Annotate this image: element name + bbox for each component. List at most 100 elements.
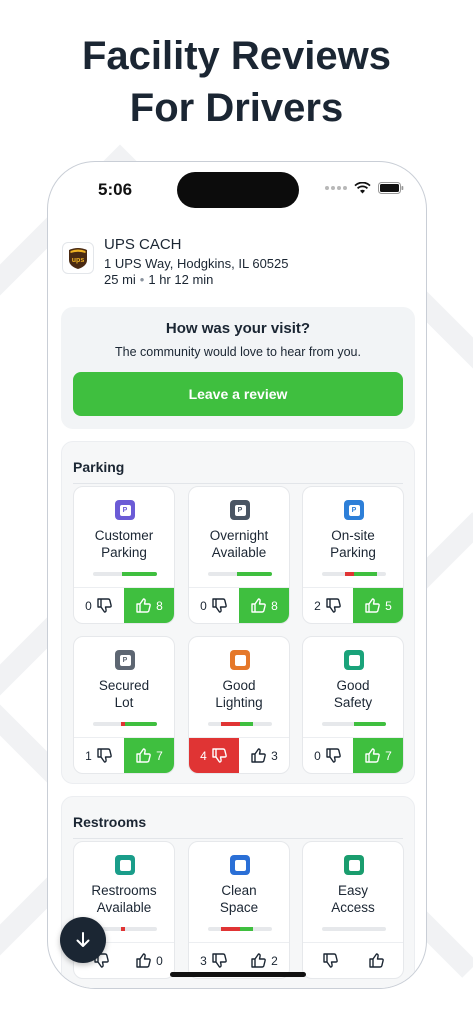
rating-meter <box>93 722 157 726</box>
thumbs-up-button[interactable]: 8 <box>124 588 174 623</box>
secured-lot-icon: P <box>115 650 135 670</box>
amenity-label-line2: Available <box>96 900 152 915</box>
thumbs-down-button[interactable]: 0 <box>189 588 239 623</box>
amenity-label-line2: Access <box>331 900 375 915</box>
thumbs-up-icon <box>136 748 151 763</box>
thumbs-up-count: 7 <box>156 748 163 763</box>
rating-meter <box>322 927 386 931</box>
amenity-label-line1: Customer <box>94 528 154 543</box>
thumbs-up-count: 7 <box>385 748 392 763</box>
amenity-label-line2: Space <box>219 900 259 915</box>
amenity-label-line1: Secured <box>98 678 150 693</box>
icon-glyph: P <box>348 504 360 516</box>
facility-distance: 25 mi <box>104 272 136 287</box>
amenity-card: P On-site Parking 2 5 <box>302 486 404 624</box>
facility-drive-time: 1 hr 12 min <box>148 272 214 287</box>
vote-row: 17 <box>74 737 174 773</box>
meter-negative <box>221 722 240 726</box>
status-bar: 5:06 <box>48 162 426 218</box>
amenity-card: P Secured Lot 1 7 <box>73 636 175 774</box>
rating-meter <box>208 572 272 576</box>
headline-line2: For Drivers <box>129 86 344 130</box>
parking-icon: P <box>115 500 135 520</box>
meter-positive <box>354 572 377 576</box>
thumbs-down-button[interactable]: 0 <box>74 588 124 623</box>
meter-negative <box>221 927 240 931</box>
meter-positive <box>122 572 157 576</box>
rating-meter <box>208 927 272 931</box>
vote-row: 08 <box>74 587 174 623</box>
facility-address: 1 UPS Way, Hodgkins, IL 60525 <box>104 256 289 271</box>
vote-row: 07 <box>303 737 403 773</box>
thumbs-down-button[interactable]: 1 <box>74 738 124 773</box>
thumbs-down-button[interactable] <box>303 943 353 978</box>
thumbs-up-button[interactable]: 3 <box>239 738 289 773</box>
thumbs-up-button[interactable]: 8 <box>239 588 289 623</box>
thumbs-down-icon <box>97 598 112 613</box>
amenity-label: Good Lighting <box>191 677 287 711</box>
thumbs-up-button[interactable]: 0 <box>124 943 174 978</box>
thumbs-down-button[interactable]: 4 <box>189 738 239 773</box>
thumbs-up-count: 5 <box>385 598 392 613</box>
amenity-label-line2: Lighting <box>215 695 263 710</box>
amenity-card: Easy Access <box>302 841 404 979</box>
meter-positive <box>125 722 157 726</box>
amenity-label: Clean Space <box>191 882 287 916</box>
amenity-label-line1: On-site <box>331 528 375 543</box>
thumbs-down-button[interactable]: 2 <box>303 588 353 623</box>
thumbs-up-count: 3 <box>271 748 278 763</box>
thumbs-up-button[interactable]: 5 <box>353 588 403 623</box>
thumbs-up-count: 8 <box>271 598 278 613</box>
vote-row: 08 <box>189 587 289 623</box>
safety-shield-icon <box>344 650 364 670</box>
vote-row: 25 <box>303 587 403 623</box>
thumbs-up-button[interactable]: 7 <box>124 738 174 773</box>
thumbs-down-count: 3 <box>200 953 207 968</box>
meter-positive <box>240 722 253 726</box>
thumbs-up-icon <box>251 598 266 613</box>
thumbs-down-icon <box>212 598 227 613</box>
amenity-label-line2: Parking <box>330 545 376 560</box>
thumbs-up-count: 0 <box>156 953 163 968</box>
amenity-label: On-site Parking <box>305 527 401 561</box>
amenity-label-line1: Good <box>336 678 370 693</box>
restroom-icon <box>115 855 135 875</box>
rating-meter <box>208 722 272 726</box>
thumbs-down-count: 0 <box>200 598 207 613</box>
thumbs-down-count: 0 <box>314 748 321 763</box>
thumbs-up-button[interactable] <box>353 943 403 978</box>
thumbs-up-icon <box>368 953 384 968</box>
vote-row: 43 <box>189 737 289 773</box>
thumbs-up-icon <box>251 748 266 763</box>
scroll-down-button[interactable] <box>60 917 106 963</box>
thumbs-down-icon <box>326 748 341 763</box>
icon-glyph: P <box>119 654 131 666</box>
thumbs-down-icon <box>326 598 341 613</box>
amenity-label-line1: Clean <box>221 883 257 898</box>
leave-review-button[interactable]: Leave a review <box>73 372 403 416</box>
signal-icon <box>325 186 347 190</box>
meter-positive <box>240 927 253 931</box>
thumbs-up-icon <box>136 598 151 613</box>
visit-prompt-subtitle: The community would love to hear from yo… <box>115 345 361 359</box>
amenity-label-line1: Easy <box>337 883 368 898</box>
arrow-down-icon <box>76 932 90 947</box>
rating-meter <box>322 722 386 726</box>
visit-prompt-title: How was your visit? <box>165 320 311 337</box>
thumbs-down-button[interactable]: 0 <box>303 738 353 773</box>
rating-meter <box>322 572 386 576</box>
thumbs-down-count: 0 <box>85 598 92 613</box>
meter-positive <box>237 572 272 576</box>
facility-name: UPS CACH <box>104 236 182 253</box>
thumbs-down-count: 1 <box>85 748 92 763</box>
wifi-icon <box>354 182 371 194</box>
lighting-icon <box>230 650 250 670</box>
battery-icon <box>378 182 404 194</box>
meter-negative <box>121 927 125 931</box>
status-time: 5:06 <box>98 180 133 199</box>
thumbs-up-button[interactable]: 7 <box>353 738 403 773</box>
headline-line1: Facility Reviews <box>81 34 392 78</box>
thumbs-down-count: 4 <box>200 748 207 763</box>
status-icons <box>325 182 404 194</box>
onsite-parking-icon: P <box>344 500 364 520</box>
